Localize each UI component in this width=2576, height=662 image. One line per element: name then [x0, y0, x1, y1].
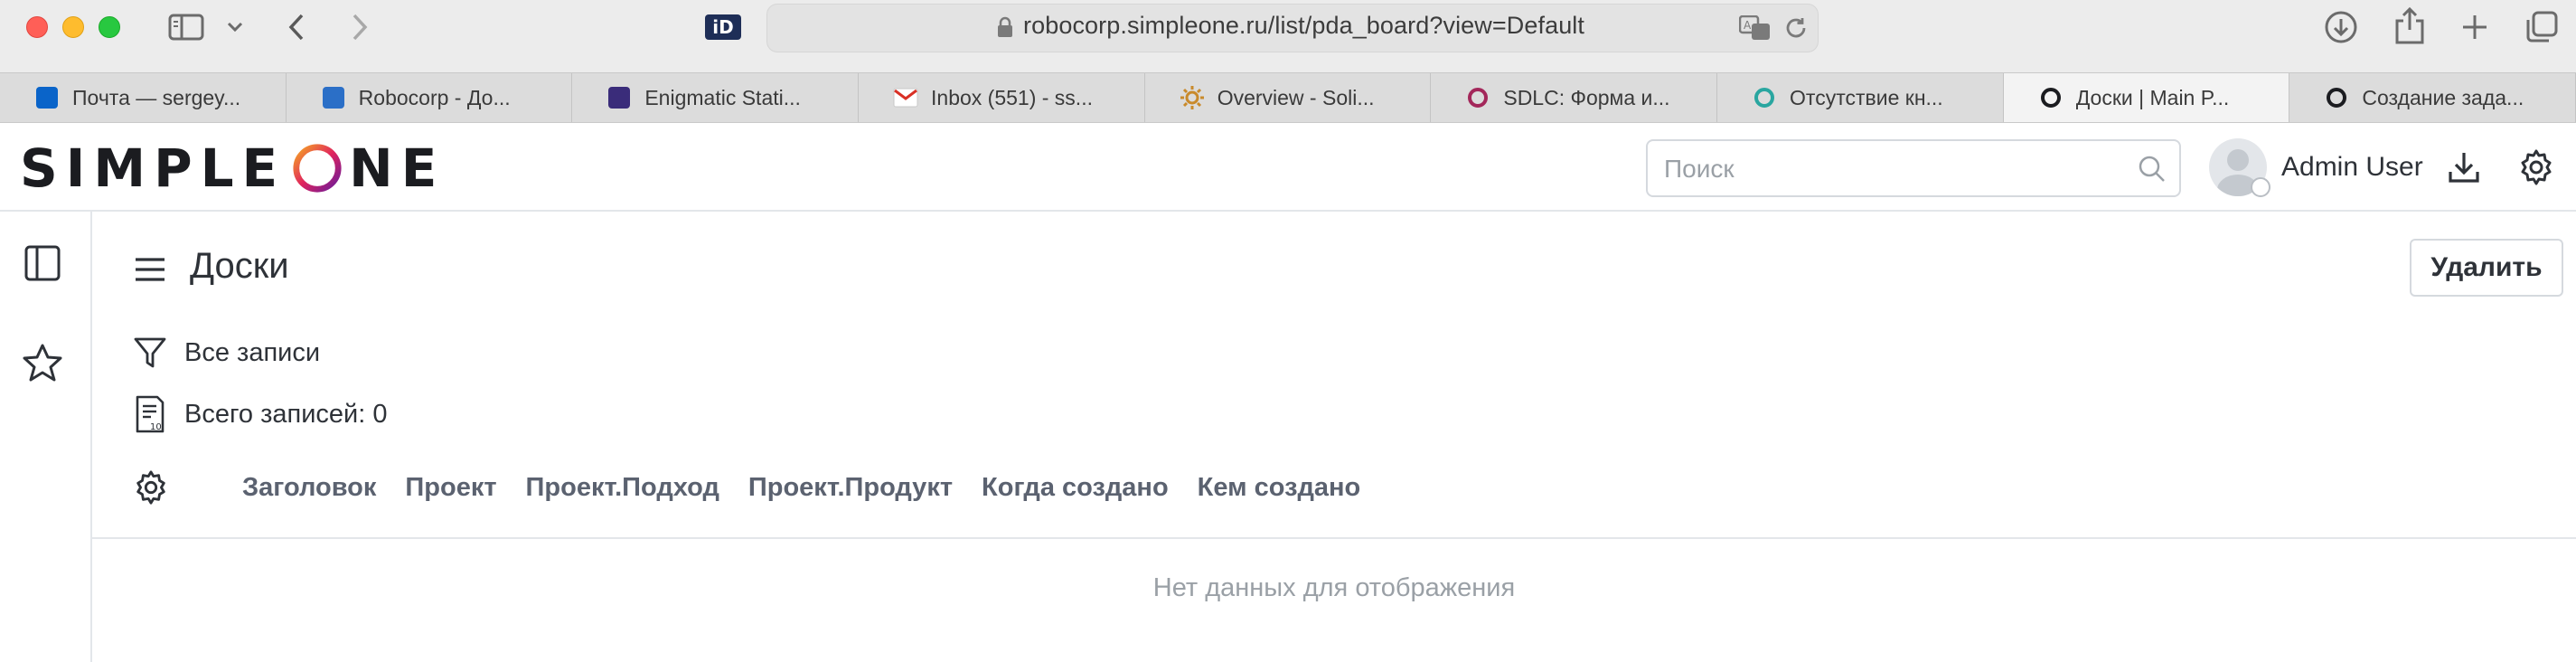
sun-icon	[1180, 85, 1205, 110]
translate-icon[interactable]: A	[1739, 14, 1772, 42]
column-header[interactable]: Когда создано	[982, 473, 1169, 503]
id-extension-icon[interactable]: iD	[705, 14, 741, 40]
status-badge	[2251, 177, 2270, 197]
column-header[interactable]: Проект.Продукт	[748, 473, 953, 503]
ring-icon	[1752, 85, 1777, 110]
app-header: SIMPLE NE Admin User	[0, 123, 2576, 212]
browser-tab[interactable]: Overview - Soli...	[1145, 73, 1432, 122]
user-name: Admin User	[2281, 152, 2423, 182]
table-divider	[92, 537, 2576, 539]
gear-icon[interactable]	[2515, 147, 2557, 188]
column-header[interactable]: Заголовок	[242, 473, 376, 503]
record-count-row: 10 Всего записей: 0	[132, 394, 388, 434]
page-title: Доски	[190, 246, 289, 286]
svg-text:A: A	[1744, 19, 1752, 32]
browser-tab[interactable]: Inbox (551) - ss...	[859, 73, 1145, 122]
table-header: Заголовок Проект Проект.Подход Проект.Проду…	[132, 465, 1389, 510]
browser-tab[interactable]: SDLC: Форма и...	[1431, 73, 1718, 122]
empty-state-message: Нет данных для отображения	[1152, 573, 1516, 602]
forward-arrow-icon[interactable]	[343, 11, 376, 43]
sidebar	[0, 212, 92, 662]
filter-label[interactable]: Все записи	[184, 338, 320, 368]
column-header[interactable]: Проект.Подход	[526, 473, 719, 503]
browser-tab[interactable]: Доски | Main P...	[2003, 73, 2290, 122]
window-close-button[interactable]	[26, 16, 48, 38]
main-content: Доски Удалить Все записи 10 Всего записе…	[92, 212, 2576, 662]
address-text: robocorp.simpleone.ru/list/pda_board?vie…	[1023, 12, 1585, 39]
simpleone-icon	[2038, 85, 2064, 110]
outlook-icon	[34, 85, 60, 110]
search-icon[interactable]	[2138, 155, 2167, 188]
delete-button[interactable]: Удалить	[2410, 239, 2563, 297]
column-header[interactable]: Проект	[405, 473, 496, 503]
tab-overview-icon[interactable]	[2524, 9, 2560, 45]
logo-text-left: SIMPLE	[20, 137, 287, 199]
reload-icon[interactable]	[1782, 14, 1810, 42]
search-input[interactable]	[1664, 152, 2134, 186]
simpleone-icon	[2324, 85, 2349, 110]
sidebar-panel-icon[interactable]	[22, 242, 63, 284]
browser-tab[interactable]: Создание зада...	[2289, 73, 2576, 122]
ring-icon	[1465, 85, 1490, 110]
browser-tab-label: Почта — sergey...	[72, 85, 241, 109]
lock-icon	[994, 14, 1016, 40]
downloads-icon[interactable]	[2323, 9, 2359, 45]
column-header[interactable]: Кем создано	[1198, 473, 1361, 503]
browser-tab-label: Inbox (551) - ss...	[931, 85, 1093, 109]
logo-ring-icon	[293, 144, 342, 193]
record-count: Всего записей: 0	[184, 399, 388, 429]
filter-row[interactable]: Все записи	[132, 335, 320, 371]
filter-icon[interactable]	[132, 335, 168, 371]
browser-toolbar: iD robocorp.simpleone.ru/list/pda_board?…	[0, 0, 2576, 72]
browser-tab-label: Создание зада...	[2362, 85, 2524, 109]
user-menu[interactable]: Admin User	[2209, 136, 2423, 199]
browser-tab[interactable]: Почта — sergey...	[0, 73, 287, 122]
browser-tab[interactable]: Enigmatic Stati...	[572, 73, 860, 122]
simpleone-logo[interactable]: SIMPLE NE	[20, 137, 446, 199]
sharepoint-icon	[321, 85, 346, 110]
browser-tab[interactable]: Robocorp - До...	[287, 73, 573, 122]
gmail-icon	[893, 85, 918, 110]
browser-tab-label: Enigmatic Stati...	[644, 85, 801, 109]
star-icon[interactable]	[22, 342, 63, 383]
hamburger-menu-icon[interactable]	[132, 251, 168, 288]
column-settings-gear-icon[interactable]	[132, 468, 170, 506]
document-count-icon: 10	[132, 394, 168, 434]
svg-text:10: 10	[150, 422, 162, 432]
tab-bar: Почта — sergey... Robocorp - До... Enigmat…	[0, 72, 2576, 123]
browser-tab-label: Отсутствие кн...	[1790, 85, 1943, 109]
share-icon[interactable]	[2392, 5, 2428, 45]
sidebar-toggle-icon[interactable]	[166, 11, 206, 43]
enigmatic-icon	[606, 85, 632, 110]
browser-tab-label: Доски | Main P...	[2075, 85, 2230, 109]
browser-tab-label: SDLC: Форма и...	[1503, 85, 1670, 109]
logo-text-right: NE	[349, 137, 446, 199]
browser-tab[interactable]: Отсутствие кн...	[1717, 73, 2004, 122]
browser-tab-label: Overview - Soli...	[1217, 85, 1375, 109]
back-arrow-icon[interactable]	[280, 11, 313, 43]
search-box[interactable]	[1646, 139, 2181, 197]
chevron-down-icon[interactable]	[224, 16, 246, 38]
window-zoom-button[interactable]	[99, 16, 120, 38]
download-icon[interactable]	[2443, 147, 2485, 188]
new-tab-icon[interactable]	[2457, 9, 2493, 45]
window-minimize-button[interactable]	[62, 16, 84, 38]
browser-tab-label: Robocorp - До...	[358, 85, 511, 109]
